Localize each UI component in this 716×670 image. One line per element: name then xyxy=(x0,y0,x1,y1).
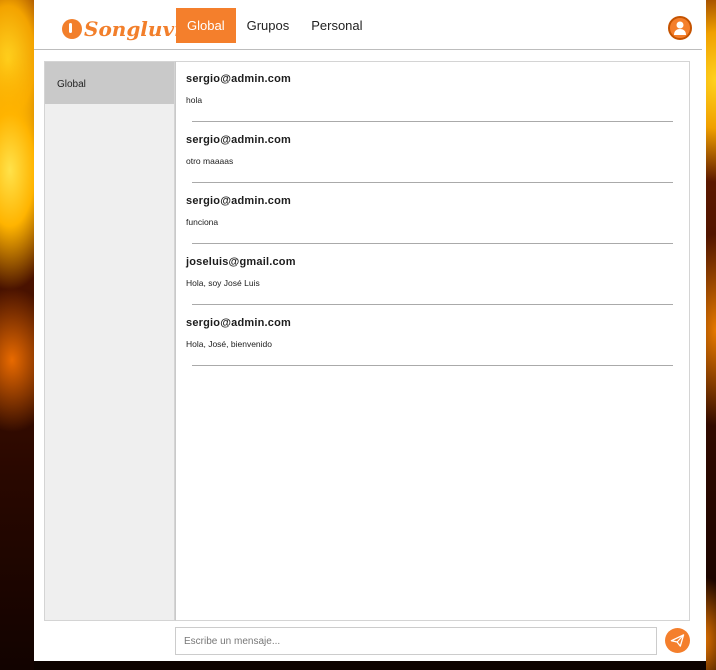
chat-message: sergio@admin.com Hola, José, bienvenido xyxy=(176,306,689,367)
main-nav: Global Grupos Personal xyxy=(176,8,374,43)
paper-plane-icon xyxy=(670,634,685,647)
top-bar: Songluvr Global Grupos Personal xyxy=(34,8,702,50)
message-author: sergio@admin.com xyxy=(186,195,292,207)
message-divider xyxy=(192,304,673,305)
tab-personal[interactable]: Personal xyxy=(300,8,373,43)
message-text: hola xyxy=(186,95,203,105)
message-text: Hola, soy José Luis xyxy=(186,278,260,288)
message-divider xyxy=(192,365,673,366)
chat-message: sergio@admin.com hola xyxy=(176,62,689,123)
message-input[interactable] xyxy=(175,627,657,655)
chat-message: joseluis@gmail.com Hola, soy José Luis xyxy=(176,245,689,306)
chat-message: sergio@admin.com otro maaaas xyxy=(176,123,689,184)
message-author: sergio@admin.com xyxy=(186,73,292,85)
send-button[interactable] xyxy=(665,628,690,653)
message-author: sergio@admin.com xyxy=(186,317,292,329)
guitar-pick-icon xyxy=(62,19,82,39)
message-list: sergio@admin.com hola sergio@admin.com o… xyxy=(175,61,690,621)
message-author: sergio@admin.com xyxy=(186,134,292,146)
message-text: otro maaaas xyxy=(186,156,234,166)
bottom-edge xyxy=(34,661,706,670)
message-text: funciona xyxy=(186,217,219,227)
message-author: joseluis@gmail.com xyxy=(186,256,296,268)
chat-message: sergio@admin.com funciona xyxy=(176,184,689,245)
channel-sidebar: Global xyxy=(44,61,175,621)
sidebar-item-global[interactable]: Global xyxy=(45,62,174,104)
user-menu-button[interactable] xyxy=(668,16,692,40)
message-text: Hola, José, bienvenido xyxy=(186,339,273,349)
brand-name: Songluvr xyxy=(84,17,185,41)
user-avatar-icon xyxy=(674,21,686,35)
message-divider xyxy=(192,243,673,244)
tab-grupos[interactable]: Grupos xyxy=(236,8,301,43)
tab-global[interactable]: Global xyxy=(176,8,236,43)
message-divider xyxy=(192,121,673,122)
message-divider xyxy=(192,182,673,183)
brand-logo[interactable]: Songluvr xyxy=(62,15,185,43)
